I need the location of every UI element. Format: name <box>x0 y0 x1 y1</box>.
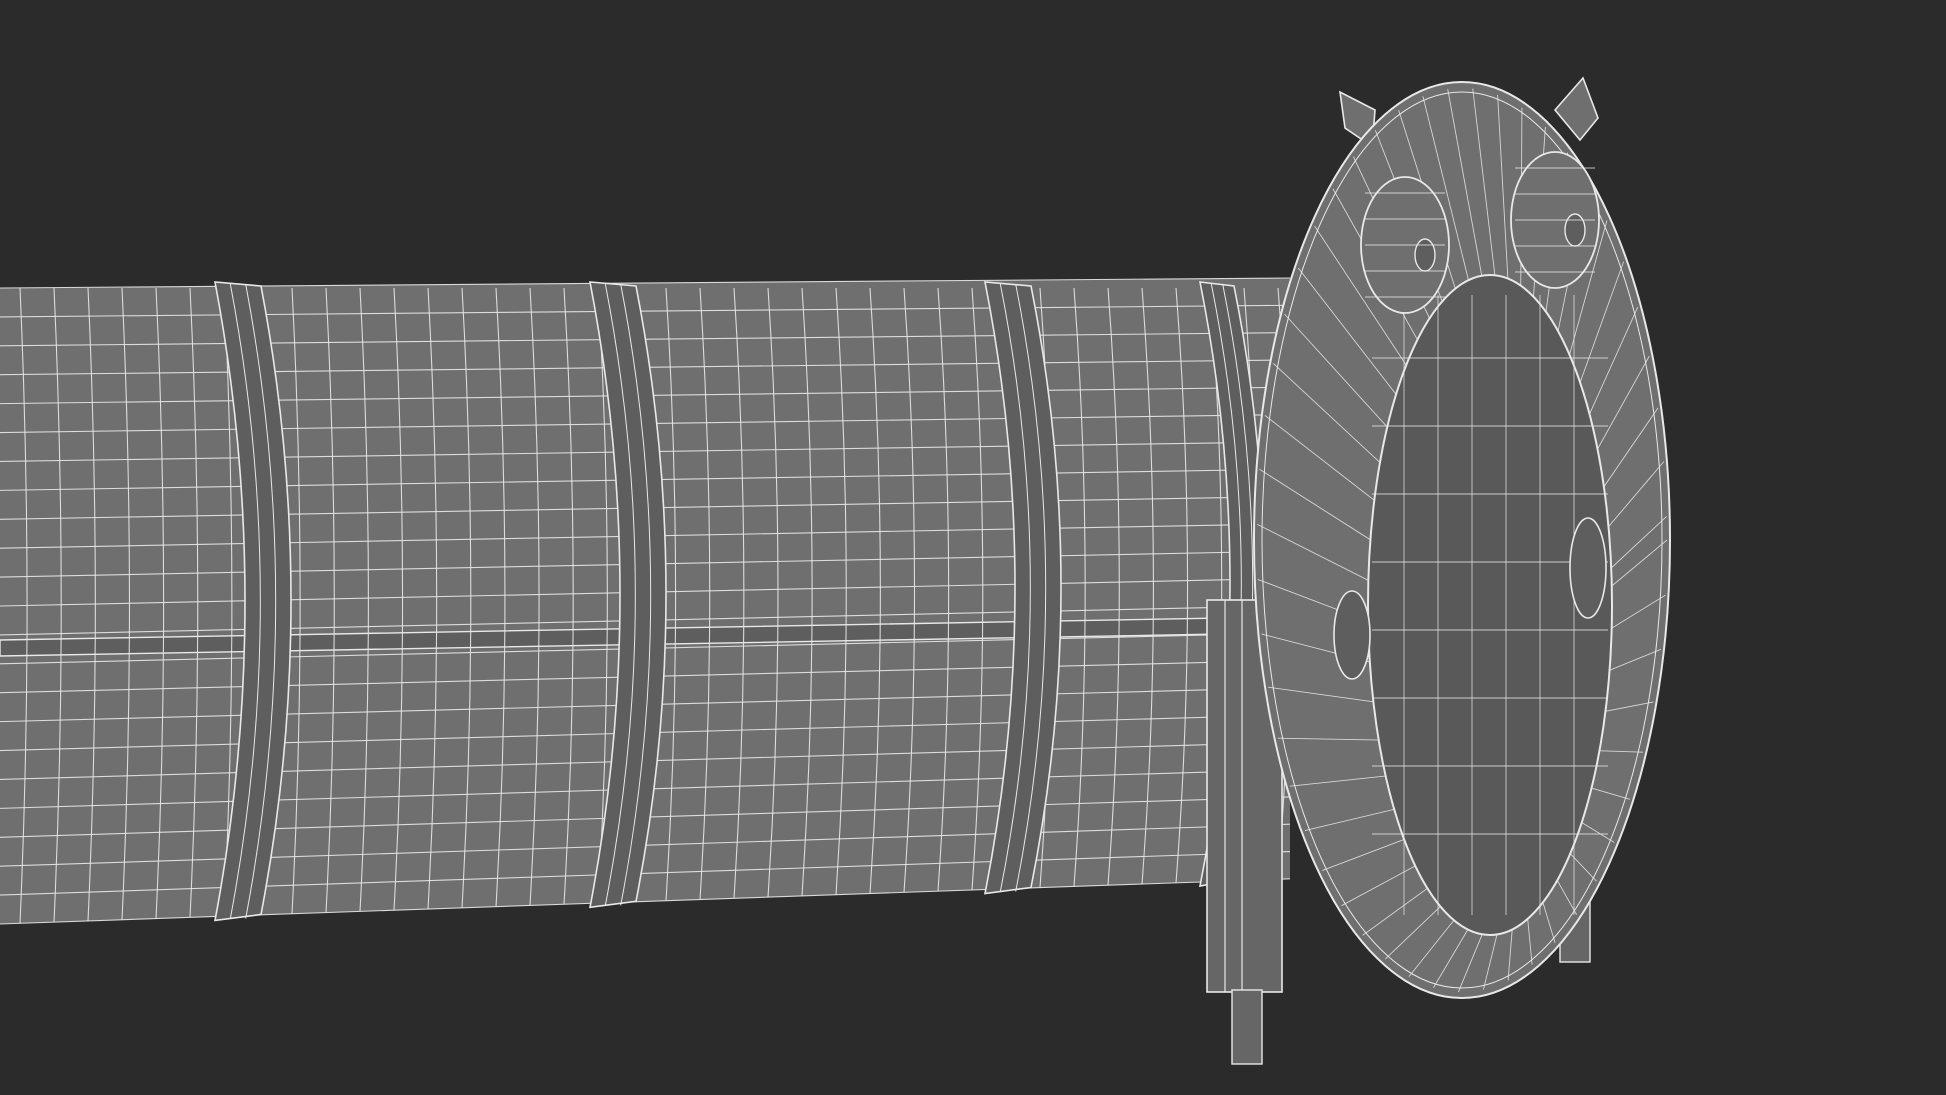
owl-pupil <box>1564 213 1586 247</box>
owl-pupil <box>1414 238 1436 272</box>
wireframe-model <box>0 0 1946 1095</box>
side-tab-left <box>1333 590 1371 680</box>
post-leg <box>1231 989 1263 1065</box>
viewport-render <box>0 0 1946 1095</box>
owl-face-panel <box>1253 76 1671 999</box>
side-tab-right <box>1569 517 1607 619</box>
